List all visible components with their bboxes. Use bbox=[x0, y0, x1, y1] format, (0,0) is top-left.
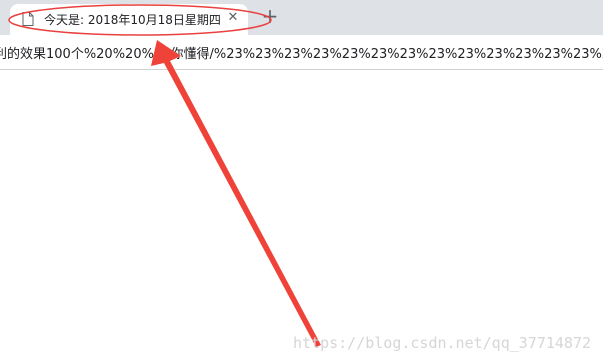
url-text[interactable]: 利的效果100个%20%20%20你懂得/%23%23%23%23%23%23%… bbox=[0, 43, 603, 62]
tab-strip: 今天是: 2018年10月18日星期四 ✕ + bbox=[0, 0, 603, 35]
page-content bbox=[0, 70, 603, 363]
new-tab-button[interactable]: + bbox=[259, 5, 281, 27]
tab-title: 今天是: 2018年10月18日星期四 bbox=[44, 13, 221, 27]
page-icon bbox=[22, 12, 34, 26]
watermark: https://blog.csdn.net/qq_37714872 bbox=[292, 334, 591, 352]
close-tab-icon[interactable]: ✕ bbox=[225, 10, 241, 26]
browser-tab[interactable]: 今天是: 2018年10月18日星期四 ✕ bbox=[10, 4, 248, 35]
address-bar[interactable]: 利的效果100个%20%20%20你懂得/%23%23%23%23%23%23%… bbox=[0, 35, 603, 70]
